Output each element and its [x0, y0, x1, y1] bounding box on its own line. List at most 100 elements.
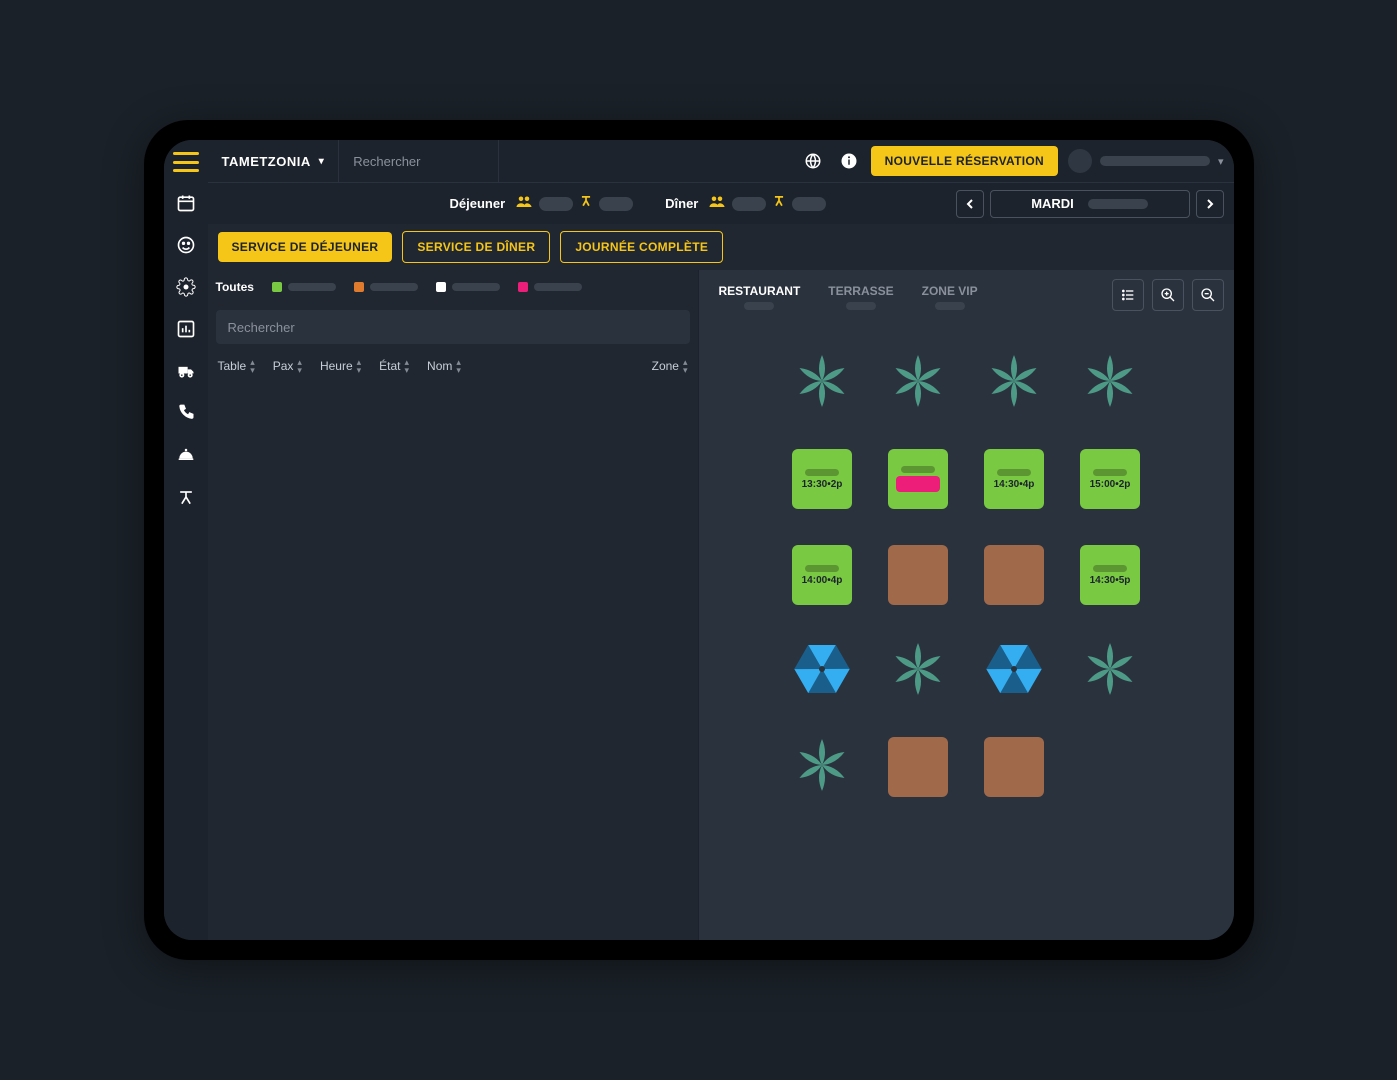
- user-menu[interactable]: ▾: [1068, 149, 1224, 173]
- new-reservation-button[interactable]: NOUVELLE RÉSERVATION: [871, 146, 1058, 176]
- filter-row: SERVICE DE DÉJEUNER SERVICE DE DÎNER JOU…: [208, 224, 1234, 270]
- status-dot: [518, 282, 528, 292]
- col-etat[interactable]: État▴▾: [379, 358, 409, 374]
- zone-count-placeholder: [846, 302, 876, 310]
- hamburger-menu-icon[interactable]: [173, 152, 199, 172]
- status-tab-green[interactable]: [272, 282, 336, 292]
- people-icon: [708, 194, 726, 213]
- table-box[interactable]: 13:30•2p: [792, 449, 852, 509]
- table-box[interactable]: 15:00•2p: [1080, 449, 1140, 509]
- table-id-placeholder: [805, 565, 839, 572]
- status-label-placeholder: [534, 283, 582, 291]
- table-id-placeholder: [805, 469, 839, 476]
- cloche-icon[interactable]: [175, 444, 197, 466]
- table-item: [879, 536, 957, 614]
- stool-icon: [772, 194, 786, 213]
- floorplan-pane: RESTAURANT TERRASSE ZONE VIP: [698, 270, 1234, 940]
- truck-icon[interactable]: [175, 360, 197, 382]
- col-table[interactable]: Table▴▾: [218, 358, 255, 374]
- table-item: 15:00•2p: [1071, 440, 1149, 518]
- table-box[interactable]: [888, 545, 948, 605]
- status-label-placeholder: [452, 283, 500, 291]
- status-tab-all[interactable]: Toutes: [216, 280, 254, 294]
- col-pax[interactable]: Pax▴▾: [273, 358, 302, 374]
- chevron-down-icon: ▾: [1218, 155, 1224, 168]
- plant-decoration: [879, 344, 957, 422]
- dinner-service-chip[interactable]: SERVICE DE DÎNER: [402, 231, 550, 263]
- stool-icon[interactable]: [175, 486, 197, 508]
- table-box[interactable]: 14:00•4p: [792, 545, 852, 605]
- calendar-icon[interactable]: [175, 192, 197, 214]
- table-time-pax: 14:30•4p: [994, 479, 1035, 490]
- lunch-service-chip[interactable]: SERVICE DE DÉJEUNER: [218, 232, 393, 262]
- table-time-pax: 14:30•5p: [1090, 575, 1131, 586]
- table-time-pax: 13:30•2p: [802, 479, 843, 490]
- avatar: [1068, 149, 1092, 173]
- sort-icon: ▴▾: [456, 358, 461, 374]
- venue-name: TAMETZONIA: [222, 154, 311, 169]
- sort-icon: ▴▾: [297, 358, 302, 374]
- col-zone[interactable]: Zone▴▾: [652, 358, 688, 374]
- phone-icon[interactable]: [175, 402, 197, 424]
- zoom-in-button[interactable]: [1152, 279, 1184, 311]
- lunch-tables-pill[interactable]: [599, 197, 633, 211]
- sort-icon: ▴▾: [250, 358, 255, 374]
- floorplan-tools: [1112, 270, 1234, 320]
- table-box[interactable]: 14:30•4p: [984, 449, 1044, 509]
- plant-icon: [792, 735, 852, 800]
- dinner-pax-pill[interactable]: [732, 197, 766, 211]
- chart-icon[interactable]: [175, 318, 197, 340]
- app-viewport: TAMETZONIA ▾ Rechercher NOUVELLE RÉSERVA…: [164, 140, 1234, 940]
- search-placeholder: Rechercher: [228, 320, 295, 335]
- table-item: 14:30•5p: [1071, 536, 1149, 614]
- plant-icon: [888, 351, 948, 416]
- col-heure[interactable]: Heure▴▾: [320, 358, 361, 374]
- tablet-frame: TAMETZONIA ▾ Rechercher NOUVELLE RÉSERVA…: [144, 120, 1254, 960]
- plant-decoration: [1071, 344, 1149, 422]
- table-box[interactable]: [984, 545, 1044, 605]
- face-icon[interactable]: [175, 234, 197, 256]
- table-item: [879, 440, 957, 518]
- lunch-pax-pill[interactable]: [539, 197, 573, 211]
- date-placeholder: [1088, 199, 1148, 209]
- status-tabs: Toutes: [208, 270, 698, 304]
- plant-icon: [984, 351, 1044, 416]
- stool-icon: [579, 194, 593, 213]
- zone-label: ZONE VIP: [922, 284, 978, 298]
- search-placeholder: Rechercher: [353, 154, 420, 169]
- zoom-out-button[interactable]: [1192, 279, 1224, 311]
- list-view-button[interactable]: [1112, 279, 1144, 311]
- table-box[interactable]: 14:30•5p: [1080, 545, 1140, 605]
- table-box[interactable]: [888, 449, 948, 509]
- zone-tab-restaurant[interactable]: RESTAURANT: [705, 270, 815, 320]
- status-tab-label: Toutes: [216, 280, 254, 294]
- user-name-placeholder: [1100, 156, 1210, 166]
- next-day-button[interactable]: [1196, 190, 1224, 218]
- table-box[interactable]: [888, 737, 948, 797]
- dinner-group: Dîner: [643, 194, 826, 213]
- table-id-placeholder: [1093, 469, 1127, 476]
- plant-icon: [888, 639, 948, 704]
- full-day-chip[interactable]: JOURNÉE COMPLÈTE: [560, 231, 723, 263]
- zone-tab-terrasse[interactable]: TERRASSE: [814, 270, 907, 320]
- gear-icon[interactable]: [175, 276, 197, 298]
- zone-tab-vip[interactable]: ZONE VIP: [908, 270, 992, 320]
- venue-selector[interactable]: TAMETZONIA ▾: [208, 140, 340, 182]
- prev-day-button[interactable]: [956, 190, 984, 218]
- status-tab-orange[interactable]: [354, 282, 418, 292]
- col-nom[interactable]: Nom▴▾: [427, 358, 461, 374]
- floor-grid: 13:30•2p 14:30•4p 15:00•2p 14:00•4p 14:30•5p: [717, 344, 1216, 806]
- floorplan-canvas[interactable]: 13:30•2p 14:30•4p 15:00•2p 14:00•4p 14:30•5p: [699, 320, 1234, 940]
- info-icon[interactable]: [835, 147, 863, 175]
- table-box[interactable]: [984, 737, 1044, 797]
- global-search-input[interactable]: Rechercher: [339, 140, 499, 182]
- dinner-tables-pill[interactable]: [792, 197, 826, 211]
- plant-icon: [1080, 639, 1140, 704]
- globe-icon[interactable]: [799, 147, 827, 175]
- list-search-input[interactable]: Rechercher: [216, 310, 690, 344]
- status-tab-pink[interactable]: [518, 282, 582, 292]
- status-tab-white[interactable]: [436, 282, 500, 292]
- table-item: [975, 728, 1053, 806]
- table-item: 14:00•4p: [783, 536, 861, 614]
- day-selector[interactable]: MARDI: [990, 190, 1190, 218]
